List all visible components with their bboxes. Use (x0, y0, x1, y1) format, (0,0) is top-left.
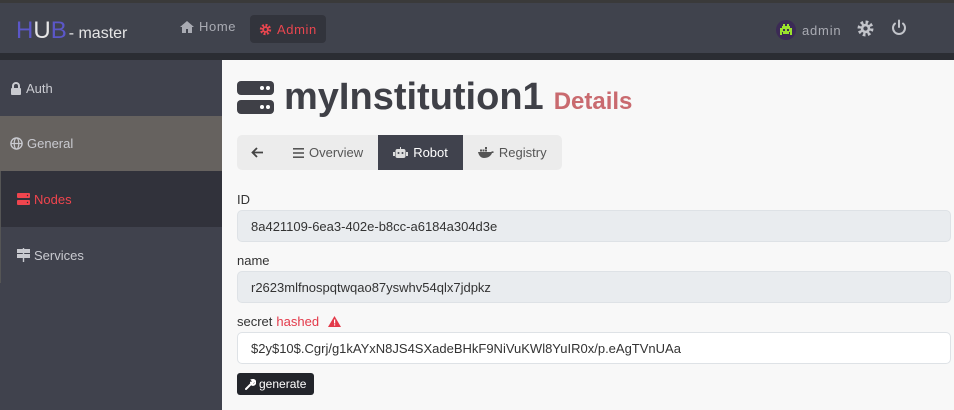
sidebar-item-label: General (27, 136, 74, 151)
user-menu[interactable]: admin (776, 20, 841, 40)
tab-label: Overview (309, 145, 364, 160)
bars-icon (293, 147, 304, 158)
hashed-badge: hashed (276, 314, 320, 329)
secret-field[interactable]: $2y$10$.Cgrj/g1kAYxN8JS4SXadeBHkF9NiVuKW… (237, 332, 951, 364)
tab-bar: Overview Robot Registry (237, 135, 562, 170)
generate-label: generate (259, 377, 307, 391)
wrench-icon (245, 378, 256, 390)
robot-icon (393, 146, 409, 158)
sidebar-item-services[interactable]: Services (0, 227, 222, 283)
lock-icon (11, 81, 21, 95)
power-icon (892, 19, 906, 35)
page-subtitle: Details (553, 87, 633, 115)
page-title: myInstitution1 Details (237, 76, 632, 119)
name-label: name (237, 253, 270, 268)
nav-admin[interactable]: Admin (250, 15, 326, 43)
generate-button[interactable]: generate (237, 373, 315, 395)
navbar-shadow (0, 53, 954, 60)
logout-button[interactable] (890, 19, 908, 42)
tab-registry[interactable]: Registry (463, 135, 562, 170)
brand-u: U (33, 17, 51, 44)
back-button[interactable] (237, 135, 278, 170)
sidebar-item-auth[interactable]: Auth (0, 60, 222, 116)
id-field[interactable]: 8a421109-6ea3-402e-b8cc-a6184a304d3e (237, 210, 951, 242)
name-value: r2623mlfnospqtwqao87yswhv54qlx7jdpkz (251, 279, 491, 295)
space-invader-icon (780, 24, 792, 35)
tab-overview[interactable]: Overview (278, 135, 378, 170)
settings-button[interactable] (857, 20, 874, 42)
secret-label-text: secret (237, 314, 273, 329)
sidebar-item-label: Services (34, 247, 84, 263)
signs-post-icon (17, 248, 30, 262)
brand-b: B (50, 17, 67, 44)
server-icon (17, 193, 30, 205)
docker-icon (477, 147, 494, 158)
sidebar: Auth General Nodes Services (0, 60, 222, 410)
id-label: ID (237, 192, 250, 207)
avatar (776, 20, 796, 40)
tab-robot[interactable]: Robot (378, 135, 463, 170)
page-title-text: myInstitution1 (284, 76, 544, 118)
home-icon (180, 20, 194, 33)
globe-icon (10, 137, 23, 150)
username: admin (802, 22, 842, 38)
sidebar-item-label: Nodes (34, 191, 72, 207)
sidebar-item-general[interactable]: General (0, 116, 222, 171)
nav-home[interactable]: Home (179, 19, 236, 34)
brand-logo[interactable]: HUB - master (16, 17, 127, 45)
navbar: HUB - master Home Admin admin (0, 3, 954, 53)
warning-icon (328, 316, 342, 327)
arrow-left-icon (251, 147, 263, 158)
tab-label: Robot (413, 145, 448, 160)
brand-suffix: - master (68, 25, 128, 42)
id-value: 8a421109-6ea3-402e-b8cc-a6184a304d3e (251, 218, 498, 234)
sidebar-item-nodes[interactable]: Nodes (0, 171, 222, 227)
nav-home-label: Home (199, 19, 237, 34)
sidebar-item-label: Auth (26, 80, 53, 96)
gear-icon (857, 20, 874, 37)
brand-h: H (16, 17, 34, 44)
gear-icon (259, 23, 272, 35)
server-icon (237, 81, 274, 114)
nav-admin-label: Admin (277, 21, 317, 37)
secret-value: $2y$10$.Cgrj/g1kAYxN8JS4SXadeBHkF9NiVuKW… (251, 340, 681, 356)
tab-label: Registry (498, 145, 547, 160)
name-field[interactable]: r2623mlfnospqtwqao87yswhv54qlx7jdpkz (237, 271, 951, 303)
secret-label: secret hashed (237, 314, 342, 329)
